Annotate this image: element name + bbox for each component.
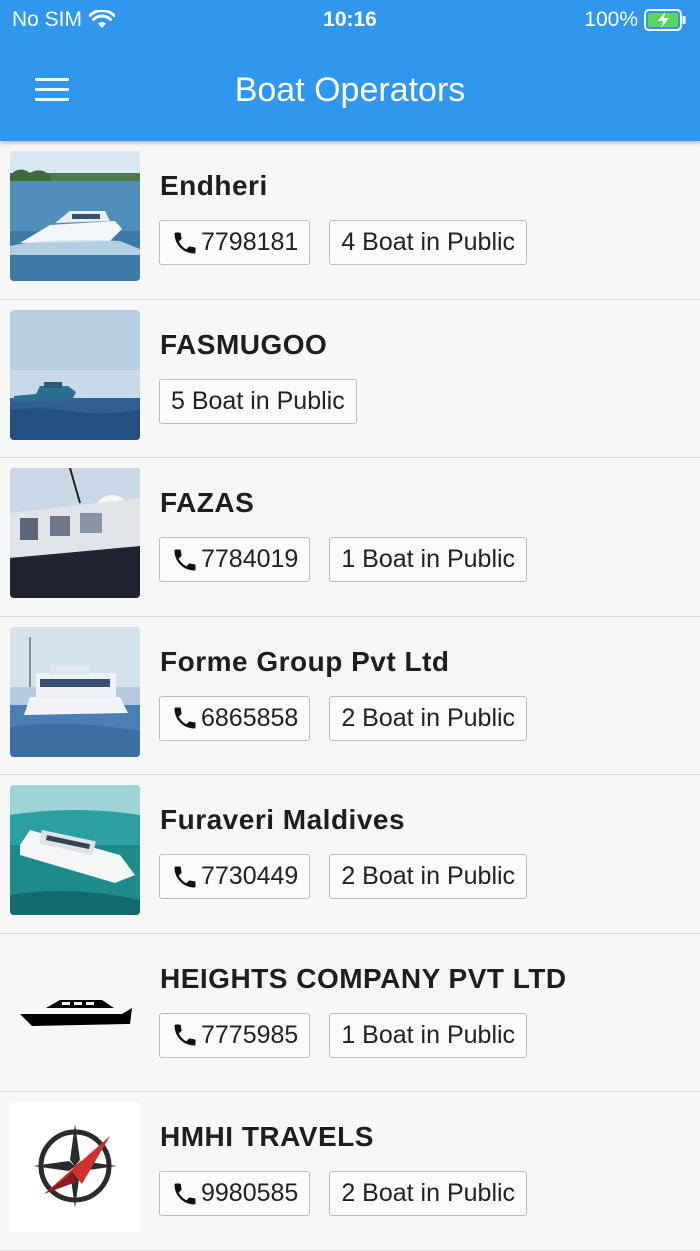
boats-chip[interactable]: 1 Boat in Public: [329, 537, 528, 582]
operator-row[interactable]: HMHI TRAVELS 9980585 2 Boat in Public: [0, 1092, 700, 1251]
operator-row[interactable]: Furaveri Maldives 7730449 2 Boat in Publ…: [0, 775, 700, 934]
phone-number: 9980585: [201, 1179, 299, 1207]
phone-chip[interactable]: 7775985: [159, 1012, 311, 1058]
operator-row[interactable]: HEIGHTS COMPANY PVT LTD 7775985 1 Boat i…: [0, 933, 700, 1092]
operator-name: FASMUGOO: [160, 328, 328, 360]
phone-icon: [174, 1183, 196, 1204]
boat-deck-photo: [10, 468, 140, 598]
compass-logo: [10, 1102, 140, 1232]
operator-name: Forme Group Pvt Ltd: [160, 645, 450, 677]
phone-icon: [174, 232, 196, 253]
boats-count: 2 Boat in Public: [341, 862, 516, 890]
boats-chip[interactable]: 2 Boat in Public: [329, 1171, 528, 1216]
battery-charging-icon: [644, 9, 686, 31]
phone-number: 7775985: [201, 1020, 299, 1049]
phone-icon: [174, 1024, 196, 1046]
ferry-photo: [10, 626, 140, 757]
battery-percent: 100%: [584, 8, 638, 31]
boats-count: 4 Boat in Public: [341, 228, 516, 256]
boats-chip[interactable]: 4 Boat in Public: [329, 220, 528, 265]
phone-icon: [174, 549, 196, 570]
operator-list[interactable]: Endheri 7798181 4 Boat in Public FASMUGO…: [0, 141, 700, 1251]
phone-number: 7784019: [201, 545, 299, 573]
speedboat-photo: [10, 151, 140, 281]
boats-count: 1 Boat in Public: [341, 1020, 516, 1049]
operator-row[interactable]: FASMUGOO 5 Boat in Public: [0, 299, 700, 458]
boats-count: 2 Boat in Public: [341, 1179, 516, 1207]
boat-silhouette-icon: [10, 943, 140, 1074]
phone-chip[interactable]: 7784019: [159, 537, 311, 582]
boats-chip[interactable]: 2 Boat in Public: [329, 854, 528, 899]
operator-name: Endheri: [160, 170, 268, 201]
operator-name: FAZAS: [160, 487, 255, 518]
boats-count: 2 Boat in Public: [341, 703, 516, 732]
boats-count: 5 Boat in Public: [171, 386, 345, 415]
phone-chip[interactable]: 6865858: [159, 695, 311, 741]
operator-row[interactable]: FAZAS 7784019 1 Boat in Public: [0, 458, 700, 617]
phone-chip[interactable]: 7730449: [159, 854, 311, 899]
phone-chip[interactable]: 7798181: [159, 220, 311, 265]
battery-indicator: 100%: [584, 8, 686, 32]
phone-number: 7730449: [201, 862, 299, 890]
boats-chip[interactable]: 1 Boat in Public: [329, 1012, 528, 1058]
boat-at-sea-photo: [10, 309, 140, 440]
boats-chip[interactable]: 5 Boat in Public: [159, 378, 357, 424]
phone-number: 7798181: [201, 228, 299, 256]
operator-row[interactable]: Endheri 7798181 4 Boat in Public: [0, 141, 700, 300]
phone-number: 6865858: [201, 703, 299, 732]
status-bar: No SIM 10:16 100%: [0, 0, 700, 40]
boats-chip[interactable]: 2 Boat in Public: [329, 695, 528, 741]
operator-name: HMHI TRAVELS: [160, 1121, 374, 1152]
white-boat-photo: [10, 785, 140, 915]
operator-name: HEIGHTS COMPANY PVT LTD: [160, 962, 567, 994]
operator-row[interactable]: Forme Group Pvt Ltd 6865858 2 Boat in Pu…: [0, 616, 700, 775]
phone-icon: [174, 866, 196, 887]
app-bar: No SIM 10:16 100% Boat Operators: [0, 0, 700, 141]
toolbar: Boat Operators: [0, 60, 700, 120]
page-title: Boat Operators: [234, 71, 466, 109]
phone-icon: [174, 707, 196, 729]
phone-chip[interactable]: 9980585: [159, 1171, 311, 1216]
boats-count: 1 Boat in Public: [341, 545, 516, 573]
operator-name: Furaveri Maldives: [160, 804, 406, 835]
